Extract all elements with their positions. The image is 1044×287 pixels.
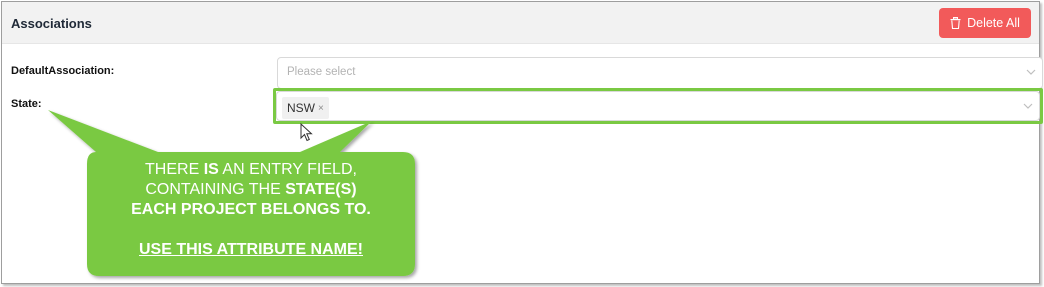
mouse-cursor-icon <box>300 123 313 142</box>
callout-line-1: THERE IS AN ENTRY FIELD, <box>145 161 357 178</box>
callout-line-2: CONTAINING THE STATE(S) <box>145 181 357 198</box>
callout-text: THERE IS AN ENTRY FIELD, CONTAINING THE … <box>87 160 415 260</box>
callout-line-3: EACH PROJECT BELONGS TO. <box>131 201 371 218</box>
callout-attribute-note: USE THIS ATTRIBUTE NAME! <box>139 241 363 258</box>
